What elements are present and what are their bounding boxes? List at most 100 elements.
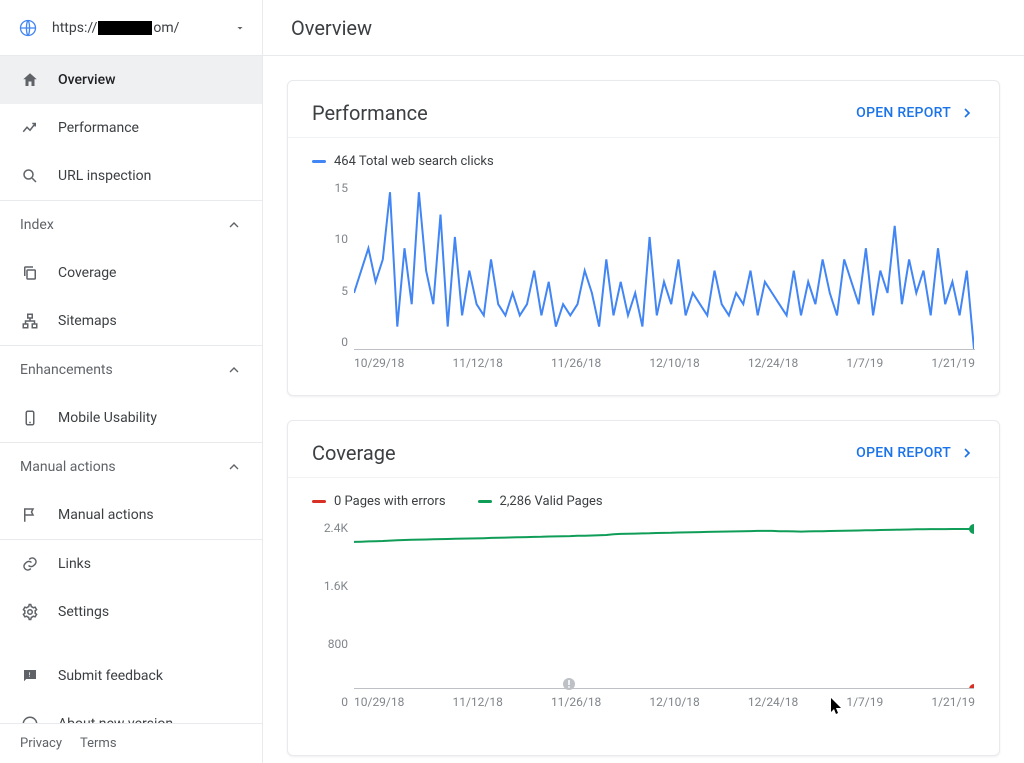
chevron-up-icon <box>226 459 242 475</box>
nav-settings[interactable]: Settings <box>0 588 262 636</box>
sidebar: https:// om/ Overview Performance <box>0 0 263 763</box>
trend-icon <box>20 119 40 137</box>
nav-sitemaps[interactable]: Sitemaps <box>0 297 262 345</box>
search-icon <box>20 167 40 185</box>
axis-tick: 1/7/19 <box>846 695 883 709</box>
nav-label: Submit feedback <box>58 668 163 684</box>
nav-label: Coverage <box>58 265 116 281</box>
footer-privacy[interactable]: Privacy <box>20 736 62 751</box>
link-icon <box>20 555 40 573</box>
axis-tick: 12/24/18 <box>748 695 798 709</box>
nav-section-manual[interactable]: Manual actions <box>0 443 262 491</box>
axis-tick: 1/21/19 <box>931 695 975 709</box>
axis-tick: 0 <box>312 335 348 349</box>
axis-tick: 11/26/18 <box>551 356 601 370</box>
axis-tick: 2.4K <box>312 521 348 535</box>
axis-tick: 0 <box>312 695 348 709</box>
nav-label: About new version <box>58 716 173 723</box>
section-label: Index <box>20 217 208 233</box>
axis-tick: 1.6K <box>312 579 348 593</box>
annotation-dot-icon <box>562 677 576 691</box>
open-report-label: OPEN REPORT <box>856 105 951 121</box>
axis-tick: 1/21/19 <box>931 356 975 370</box>
axis-tick: 12/10/18 <box>649 356 699 370</box>
url-suffix: om/ <box>153 20 179 36</box>
axis-tick: 800 <box>312 637 348 651</box>
open-report-coverage[interactable]: OPEN REPORT <box>856 445 975 461</box>
nav-label: Sitemaps <box>58 313 117 329</box>
page-title: Overview <box>291 16 372 40</box>
legend-swatch-red <box>312 500 326 503</box>
open-report-label: OPEN REPORT <box>856 445 951 461</box>
chevron-right-icon <box>959 445 975 461</box>
nav-label: URL inspection <box>58 168 151 184</box>
nav-mobile-usability[interactable]: Mobile Usability <box>0 394 262 442</box>
card-title: Performance <box>312 101 856 125</box>
section-label: Manual actions <box>20 459 208 475</box>
axis-tick: 10/29/18 <box>354 695 404 709</box>
performance-chart: 15 10 5 0 10/29/18 11/12/18 11/26/18 12/10/18 1… <box>312 181 975 371</box>
legend-label: 464 Total web search clicks <box>334 154 494 169</box>
nav-label: Settings <box>58 604 109 620</box>
sitemap-icon <box>20 312 40 330</box>
flag-icon <box>20 506 40 524</box>
phone-icon <box>20 409 40 427</box>
nav: Overview Performance URL inspection Inde… <box>0 56 262 723</box>
nav-label: Overview <box>58 72 115 88</box>
coverage-card: Coverage OPEN REPORT 0 Pages with errors <box>287 420 1000 756</box>
axis-tick: 11/26/18 <box>551 695 601 709</box>
axis-tick: 10 <box>312 232 348 246</box>
nav-about[interactable]: About new version <box>0 700 262 723</box>
copy-icon <box>20 264 40 282</box>
nav-label: Mobile Usability <box>58 410 157 426</box>
chevron-right-icon <box>959 105 975 121</box>
page-header: Overview <box>263 0 1024 56</box>
axis-tick: 12/24/18 <box>748 356 798 370</box>
axis-tick: 1/7/19 <box>846 356 883 370</box>
legend-label: 0 Pages with errors <box>334 494 446 509</box>
axis-tick: 15 <box>312 181 348 195</box>
legend-label: 2,286 Valid Pages <box>500 494 603 509</box>
nav-section-enhancements[interactable]: Enhancements <box>0 346 262 394</box>
gear-icon <box>20 603 40 621</box>
chevron-up-icon <box>226 362 242 378</box>
globe-icon <box>16 16 40 40</box>
open-report-performance[interactable]: OPEN REPORT <box>856 105 975 121</box>
nav-section-index[interactable]: Index <box>0 201 262 249</box>
card-title: Coverage <box>312 441 856 465</box>
nav-overview[interactable]: Overview <box>0 56 262 104</box>
legend-swatch-green <box>478 500 492 503</box>
nav-label: Performance <box>58 120 139 136</box>
axis-tick: 11/12/18 <box>452 356 502 370</box>
coverage-chart: 2.4K 1.6K 800 0 10/29/18 11/12/18 11/26/18 12/… <box>312 521 975 731</box>
info-icon <box>20 715 40 723</box>
nav-url-inspection[interactable]: URL inspection <box>0 152 262 200</box>
property-selector[interactable]: https:// om/ <box>0 0 262 56</box>
chevron-up-icon <box>226 217 242 233</box>
nav-coverage[interactable]: Coverage <box>0 249 262 297</box>
axis-tick: 11/12/18 <box>452 695 502 709</box>
coverage-legend: 0 Pages with errors 2,286 Valid Pages <box>312 494 975 509</box>
home-icon <box>20 71 40 89</box>
footer-terms[interactable]: Terms <box>80 736 117 751</box>
nav-performance[interactable]: Performance <box>0 104 262 152</box>
nav-links[interactable]: Links <box>0 540 262 588</box>
nav-manual-actions[interactable]: Manual actions <box>0 491 262 539</box>
nav-label: Links <box>58 556 91 572</box>
url-redacted <box>98 21 152 35</box>
main: Overview Performance OPEN REPORT <box>263 0 1024 763</box>
url-prefix: https:// <box>52 20 97 36</box>
performance-card: Performance OPEN REPORT 464 Total web se… <box>287 80 1000 396</box>
nav-feedback[interactable]: Submit feedback <box>0 652 262 700</box>
chevron-down-icon <box>234 22 246 34</box>
section-label: Enhancements <box>20 362 208 378</box>
axis-tick: 5 <box>312 284 348 298</box>
axis-tick: 12/10/18 <box>649 695 699 709</box>
performance-legend: 464 Total web search clicks <box>312 154 975 169</box>
feedback-icon <box>20 667 40 685</box>
legend-swatch-blue <box>312 160 326 163</box>
footer-links: Privacy Terms <box>0 723 262 763</box>
axis-tick: 10/29/18 <box>354 356 404 370</box>
property-url: https:// om/ <box>52 20 234 36</box>
nav-label: Manual actions <box>58 507 154 523</box>
